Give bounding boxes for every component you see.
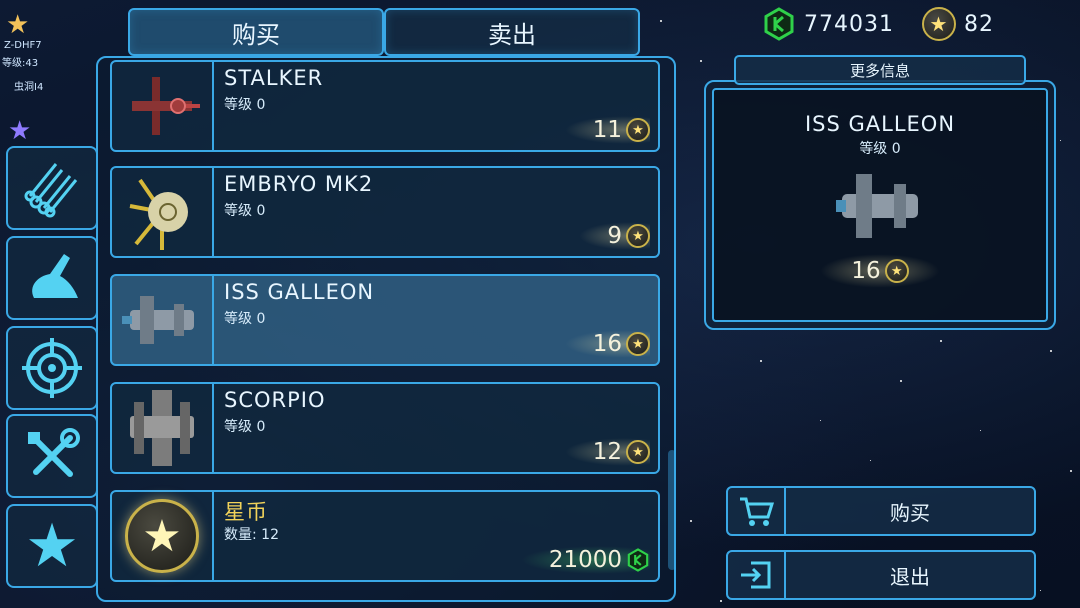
map-marker-level: 等级:43 — [2, 58, 39, 69]
info-ship-level: 等级 0 — [859, 141, 901, 157]
tab-sell[interactable]: 卖出 — [384, 8, 640, 56]
pipes-icon — [24, 163, 78, 218]
gem-balance: 774031 — [762, 6, 894, 42]
galleon-preview-icon — [836, 174, 918, 238]
item-price: 16 ★ — [564, 330, 650, 358]
tools-icon — [28, 428, 80, 477]
map-marker-wormhole: 虫洞I4 — [14, 82, 44, 93]
list-item-coin-pack[interactable]: ★ 星币 数量: 12 21000 — [110, 490, 660, 582]
coin-pack-thumbnail: ★ — [112, 492, 214, 580]
coin-icon: ★ — [922, 7, 956, 41]
exit-label: 退出 — [890, 564, 930, 589]
item-level: 等级 0 — [224, 311, 266, 327]
item-price: 21000 — [520, 546, 650, 574]
coin-icon: ★ — [125, 499, 199, 573]
cart-icon — [728, 488, 786, 534]
exit-button[interactable]: 退出 — [726, 550, 1036, 600]
sidebar-item-equipment[interactable] — [6, 414, 98, 498]
item-level: 等级 0 — [224, 203, 266, 219]
claw-icon — [32, 254, 78, 298]
item-quantity: 数量: 12 — [224, 527, 279, 543]
buy-label: 购买 — [890, 500, 930, 525]
list-item-iss-galleon[interactable]: ISS GALLEON 等级 0 16 ★ — [110, 274, 660, 366]
coin-icon: ★ — [626, 332, 650, 356]
map-marker-name: Z-DHF7 — [4, 40, 42, 51]
target-icon — [22, 338, 82, 398]
info-tab: 更多信息 — [734, 55, 1026, 85]
buy-button[interactable]: 购买 — [726, 486, 1036, 536]
galleon-ship-icon — [122, 296, 194, 344]
coin-icon: ★ — [626, 440, 650, 464]
item-price: 9 ★ — [579, 222, 650, 250]
info-ship-name: ISS GALLEON — [804, 112, 956, 136]
gem-icon — [627, 548, 649, 572]
item-level: 等级 0 — [224, 97, 266, 113]
ship-thumbnail — [112, 276, 214, 364]
item-name: STALKER — [224, 66, 324, 90]
list-item-scorpio[interactable]: SCORPIO 等级 0 12 ★ — [110, 382, 660, 474]
item-level: 等级 0 — [224, 419, 266, 435]
ship-thumbnail — [112, 62, 214, 150]
coin-amount: 82 — [964, 11, 994, 37]
sidebar-item-special[interactable]: ★ — [6, 504, 98, 588]
embryo-ship-icon — [129, 178, 188, 250]
map-marker-star-purple[interactable]: ★ — [8, 116, 31, 146]
info-price: 16 ★ — [820, 254, 940, 288]
sidebar-item-weapons[interactable] — [6, 326, 98, 410]
sidebar-item-resources[interactable] — [6, 146, 98, 230]
coin-icon: ★ — [626, 118, 650, 142]
scorpio-ship-icon — [130, 390, 194, 466]
tab-buy[interactable]: 购买 — [128, 8, 384, 56]
map-marker-star-gold[interactable]: ★ — [6, 10, 29, 40]
list-item-embryo-mk2[interactable]: EMBRYO MK2 等级 0 9 ★ — [110, 166, 660, 258]
ship-thumbnail — [112, 168, 214, 256]
list-item-stalker[interactable]: STALKER 等级 0 11 ★ — [110, 60, 660, 152]
coin-icon: ★ — [626, 224, 650, 248]
item-name: ISS GALLEON — [224, 280, 375, 304]
item-name: SCORPIO — [224, 388, 326, 412]
gem-icon — [764, 7, 794, 41]
gem-amount: 774031 — [804, 11, 894, 37]
item-name: EMBRYO MK2 — [224, 172, 374, 196]
stalker-ship-icon — [132, 77, 200, 135]
list-scrollbar[interactable] — [668, 450, 676, 570]
sidebar-item-ships[interactable] — [6, 236, 98, 320]
coin-balance: ★ 82 — [922, 6, 994, 42]
ship-thumbnail — [112, 384, 214, 472]
item-price: 12 ★ — [564, 438, 650, 466]
star-icon: ★ — [25, 511, 79, 581]
coin-icon: ★ — [884, 259, 909, 283]
item-name: 星币 — [224, 500, 268, 524]
exit-icon — [728, 552, 786, 598]
item-price: 11 ★ — [564, 116, 650, 144]
